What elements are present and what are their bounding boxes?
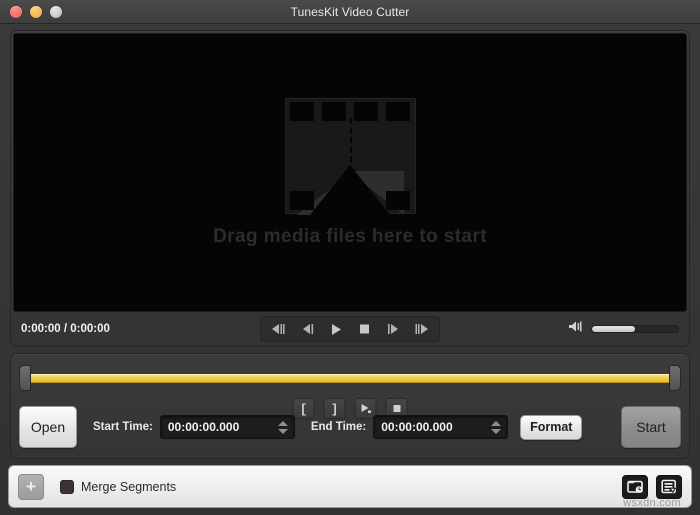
sprocket-hole bbox=[321, 101, 346, 121]
output-folder-history-icon[interactable] bbox=[622, 474, 648, 499]
sprocket-hole bbox=[386, 190, 411, 210]
drop-hint-text: Drag media files here to start bbox=[213, 225, 487, 247]
fast-forward-icon[interactable] bbox=[380, 319, 407, 339]
add-segment-button[interactable]: + bbox=[18, 473, 44, 500]
end-time-stepper[interactable] bbox=[488, 416, 504, 438]
cut-dashed-line bbox=[350, 117, 352, 172]
sprocket-hole bbox=[386, 101, 411, 121]
start-button[interactable]: Start bbox=[621, 406, 681, 448]
maximize-button[interactable] bbox=[50, 5, 62, 18]
start-time-input[interactable] bbox=[160, 416, 275, 438]
video-panel: Drag media files here to start 0:00:00 /… bbox=[10, 30, 690, 347]
sprocket-hole bbox=[289, 101, 314, 121]
format-button[interactable]: Format bbox=[520, 414, 583, 440]
stepper-down-icon[interactable] bbox=[277, 428, 288, 434]
bottom-icon-group bbox=[622, 474, 682, 499]
film-strip-cut-icon bbox=[284, 97, 416, 215]
volume-control[interactable] bbox=[568, 320, 679, 338]
open-button[interactable]: Open bbox=[19, 406, 77, 448]
stepper-up-icon[interactable] bbox=[277, 420, 288, 426]
volume-slider[interactable] bbox=[591, 325, 679, 333]
step-forward-frame-icon[interactable] bbox=[409, 319, 436, 339]
window-title: TunesKit Video Cutter bbox=[290, 4, 410, 19]
play-icon[interactable] bbox=[322, 319, 349, 339]
sprocket-hole bbox=[354, 101, 379, 121]
start-time-stepper[interactable] bbox=[275, 416, 291, 438]
trim-panel: [ ] Open Start Time: 00:00:00.000 End Ti… bbox=[10, 353, 690, 459]
speaker-volume-icon[interactable] bbox=[568, 320, 585, 338]
watermark: wsxdn.com bbox=[623, 497, 681, 509]
trim-start-handle[interactable] bbox=[19, 365, 31, 391]
video-drop-area[interactable]: Drag media files here to start bbox=[13, 33, 687, 312]
step-backward-frame-icon[interactable] bbox=[264, 319, 291, 339]
end-time-input[interactable] bbox=[374, 416, 489, 438]
stepper-up-icon[interactable] bbox=[491, 420, 502, 426]
stop-icon[interactable] bbox=[351, 319, 378, 339]
minimize-button[interactable] bbox=[30, 5, 42, 18]
rewind-icon[interactable] bbox=[293, 319, 320, 339]
merge-segments-checkbox[interactable] bbox=[60, 479, 74, 494]
film-sprockets-bottom bbox=[289, 190, 411, 210]
trim-range-bar[interactable] bbox=[31, 373, 669, 383]
window-controls bbox=[10, 5, 62, 18]
transport-bar: 0:00:00 / 0:00:00 bbox=[11, 312, 689, 346]
title-bar: TunesKit Video Cutter bbox=[0, 0, 700, 24]
sprocket-hole-spacer bbox=[322, 191, 346, 210]
trim-end-handle[interactable] bbox=[669, 365, 681, 391]
start-time-label: Start Time: bbox=[93, 421, 153, 433]
trim-timeline[interactable] bbox=[19, 364, 681, 392]
task-list-icon[interactable] bbox=[656, 474, 682, 499]
stepper-down-icon[interactable] bbox=[491, 428, 502, 434]
sprocket-hole bbox=[289, 190, 314, 210]
merge-segments-option[interactable]: Merge Segments bbox=[60, 479, 177, 494]
time-readout: 0:00:00 / 0:00:00 bbox=[21, 323, 110, 335]
end-time-field[interactable] bbox=[373, 415, 509, 439]
end-time-label: End Time: bbox=[310, 421, 367, 433]
start-time-field[interactable] bbox=[159, 415, 295, 439]
segments-bar: + Merge Segments wsxdn.com bbox=[8, 465, 692, 509]
close-button[interactable] bbox=[10, 5, 22, 18]
app-window: TunesKit Video Cutter Drag media files h… bbox=[0, 0, 700, 515]
playback-controls bbox=[260, 316, 440, 342]
volume-slider-fill bbox=[592, 326, 635, 332]
sprocket-hole-spacer bbox=[354, 191, 378, 210]
trim-controls-row: Open Start Time: End Time: Format Start bbox=[11, 402, 689, 452]
merge-segments-label: Merge Segments bbox=[81, 479, 177, 494]
